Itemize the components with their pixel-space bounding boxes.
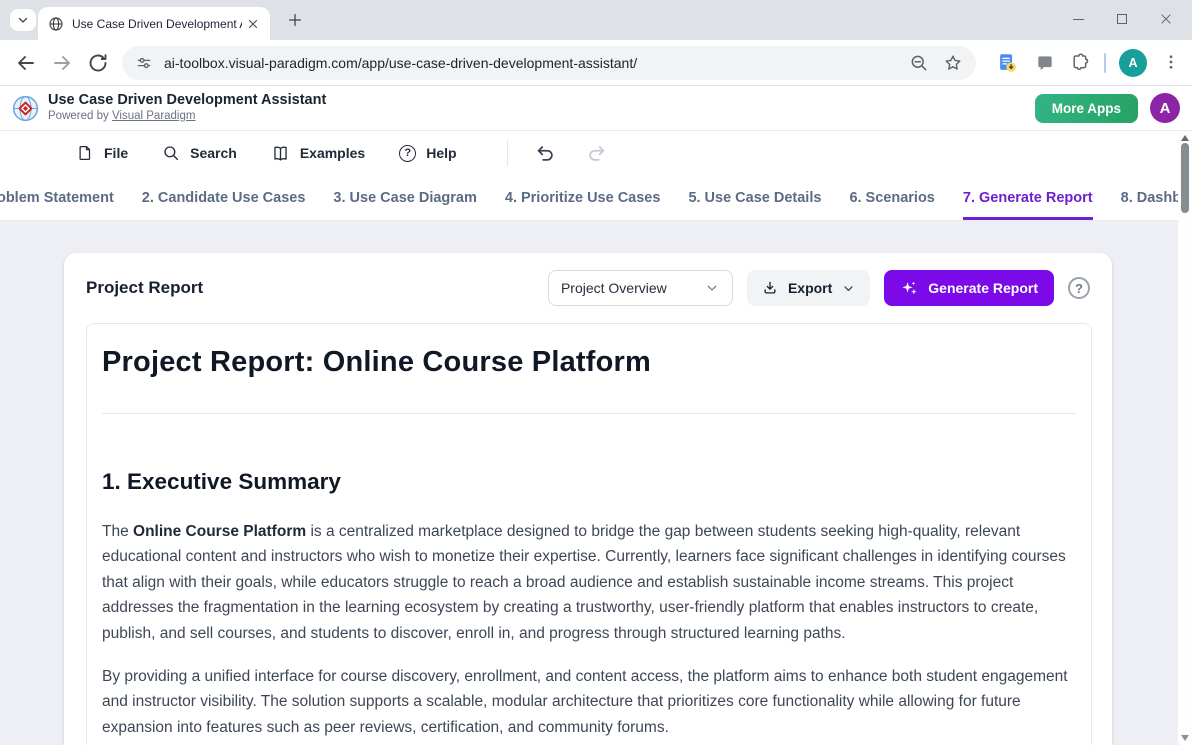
menu-examples-label: Examples <box>300 145 365 161</box>
app-header: Use Case Driven Development Assistant Po… <box>0 86 1192 131</box>
browser-tab[interactable]: Use Case Driven Development A <box>38 7 270 40</box>
address-bar[interactable]: ai-toolbox.visual-paradigm.com/app/use-c… <box>122 46 976 80</box>
tab-title: Use Case Driven Development A <box>72 17 242 31</box>
url-text[interactable]: ai-toolbox.visual-paradigm.com/app/use-c… <box>164 55 895 71</box>
export-button[interactable]: Export <box>747 270 870 306</box>
maximize-icon <box>1117 14 1127 24</box>
tab-close-button[interactable] <box>246 17 260 31</box>
browser-toolbar: ai-toolbox.visual-paradigm.com/app/use-c… <box>0 40 1192 86</box>
paragraph-1-lead: The <box>102 523 133 540</box>
close-icon <box>246 17 260 31</box>
export-label: Export <box>788 280 832 296</box>
report-controls: Project Overview Export Generate Report … <box>548 270 1090 306</box>
powered-by-prefix: Powered by <box>48 110 112 122</box>
download-icon <box>761 279 779 297</box>
report-panel: Project Report Project Overview Export G… <box>64 253 1112 745</box>
help-icon: ? <box>399 145 416 162</box>
step-candidate-use-cases[interactable]: 2. Candidate Use Cases <box>142 175 306 220</box>
chevron-down-icon <box>17 14 29 26</box>
browser-menu-icon[interactable] <box>1162 52 1180 72</box>
site-settings-icon[interactable] <box>135 54 153 72</box>
document-title: Project Report: Online Course Platform <box>102 344 1076 380</box>
extension-doc-download-icon[interactable] <box>996 52 1018 74</box>
chevron-down-icon <box>841 281 856 296</box>
visual-paradigm-logo <box>12 95 39 122</box>
reload-icon[interactable] <box>86 51 110 75</box>
browser-tab-strip: Use Case Driven Development A <box>0 0 1192 40</box>
step-problem-statement[interactable]: 1. Problem Statement <box>0 175 114 220</box>
plus-icon <box>287 12 303 28</box>
window-maximize-button[interactable] <box>1100 1 1144 37</box>
step-prioritize-use-cases[interactable]: 4. Prioritize Use Cases <box>505 175 661 220</box>
paragraph-1: The Online Course Platform is a centrali… <box>102 519 1076 646</box>
powered-by: Powered by Visual Paradigm <box>48 110 195 122</box>
chevron-down-icon <box>704 280 720 296</box>
globe-favicon-icon <box>48 16 64 32</box>
menu-file[interactable]: File <box>76 144 128 162</box>
menu-search-label: Search <box>190 145 237 161</box>
step-generate-report[interactable]: 7. Generate Report <box>963 175 1093 220</box>
report-toolbar: Project Report Project Overview Export G… <box>64 253 1112 323</box>
window-minimize-button[interactable] <box>1056 1 1100 37</box>
visual-paradigm-link[interactable]: Visual Paradigm <box>112 110 196 122</box>
sparkles-icon <box>900 279 919 298</box>
book-icon <box>271 144 290 163</box>
workflow-steps: 1. Problem Statement 2. Candidate Use Ca… <box>0 175 1178 221</box>
bookmark-star-icon[interactable] <box>943 53 963 73</box>
window-close-button[interactable] <box>1144 1 1188 37</box>
menu-file-label: File <box>104 145 128 161</box>
divider <box>102 413 1076 414</box>
page-scrollbar[interactable] <box>1178 131 1192 745</box>
tab-search-button[interactable] <box>10 9 36 31</box>
step-scenarios[interactable]: 6. Scenarios <box>849 175 934 220</box>
menu-search[interactable]: Search <box>162 144 237 162</box>
paragraph-2: By providing a unified interface for cou… <box>102 664 1076 740</box>
forward-icon[interactable] <box>50 51 74 75</box>
new-tab-button[interactable] <box>286 11 304 29</box>
chat-bubble-icon[interactable] <box>1035 53 1055 73</box>
generate-report-button[interactable]: Generate Report <box>884 270 1054 306</box>
toolbar-separator <box>1104 53 1106 73</box>
paragraph-1-bold: Online Course Platform <box>133 523 306 540</box>
section-heading: 1. Executive Summary <box>102 468 1076 496</box>
scrollbar-down-arrow-icon[interactable] <box>1181 735 1189 741</box>
more-apps-button[interactable]: More Apps <box>1035 94 1138 123</box>
menu-examples[interactable]: Examples <box>271 144 365 163</box>
app-title: Use Case Driven Development Assistant <box>48 92 326 108</box>
report-document: Project Report: Online Course Platform 1… <box>86 323 1092 745</box>
menu-help[interactable]: ? Help <box>399 145 456 162</box>
extensions-puzzle-icon[interactable] <box>1070 52 1091 73</box>
search-icon <box>162 144 180 162</box>
browser-window: Use Case Driven Development A ai-toolbox… <box>0 0 1192 745</box>
minimize-icon <box>1073 19 1084 20</box>
step-use-case-diagram[interactable]: 3. Use Case Diagram <box>333 175 476 220</box>
zoom-out-icon[interactable] <box>909 53 929 73</box>
report-type-value: Project Overview <box>561 280 667 296</box>
user-avatar[interactable]: A <box>1150 93 1180 123</box>
redo-icon[interactable] <box>586 142 608 164</box>
paragraph-1-rest: is a centralized marketplace designed to… <box>102 523 1066 642</box>
menu-help-label: Help <box>426 145 456 161</box>
browser-profile-avatar[interactable]: A <box>1119 49 1147 77</box>
undo-icon[interactable] <box>534 142 556 164</box>
main-content: Project Report Project Overview Export G… <box>0 221 1192 745</box>
panel-title: Project Report <box>86 278 203 298</box>
file-icon <box>76 144 94 162</box>
report-type-select[interactable]: Project Overview <box>548 270 733 306</box>
window-controls <box>1056 0 1188 38</box>
scrollbar-up-arrow-icon[interactable] <box>1181 135 1189 141</box>
step-use-case-details[interactable]: 5. Use Case Details <box>688 175 821 220</box>
generate-report-label: Generate Report <box>928 280 1038 296</box>
panel-help-icon[interactable]: ? <box>1068 277 1090 299</box>
close-icon <box>1159 12 1173 26</box>
scrollbar-thumb[interactable] <box>1181 143 1189 213</box>
app-menubar: File Search Examples ? Help <box>0 131 1178 175</box>
back-icon[interactable] <box>14 51 38 75</box>
menubar-separator <box>507 140 508 166</box>
